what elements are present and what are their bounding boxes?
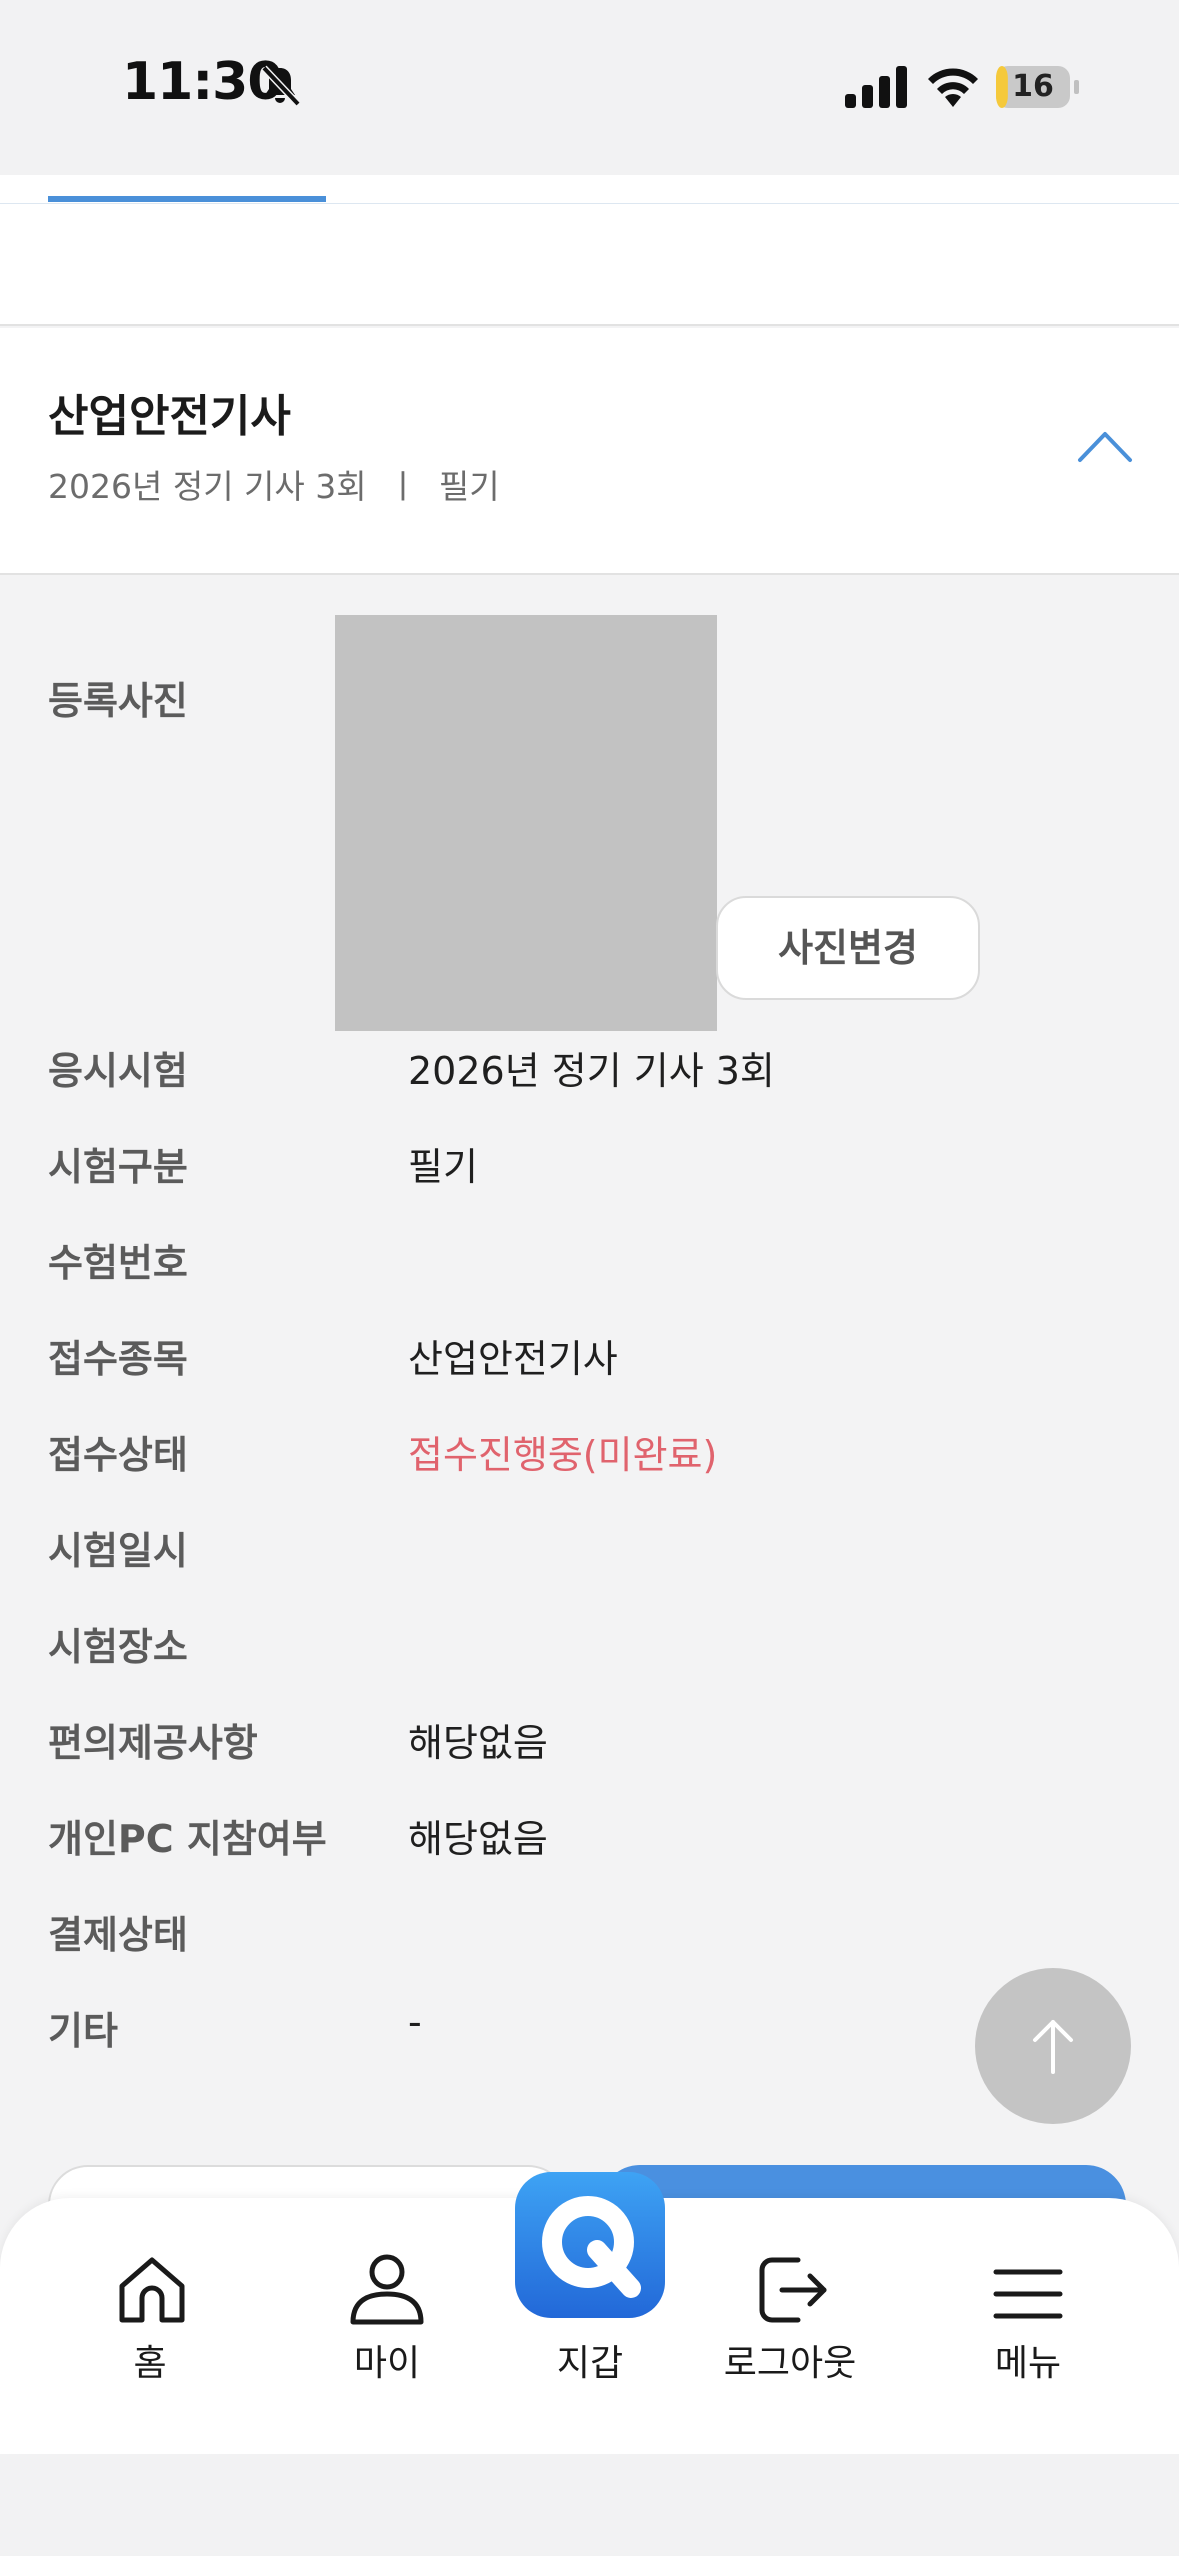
arrow-up-icon [1033, 2020, 1073, 2074]
menu-icon [993, 2269, 1063, 2319]
battery-indicator: 16 [996, 66, 1080, 108]
active-tab-indicator[interactable] [48, 196, 326, 202]
row-value-exam: 2026년 정기 기사 3회 [408, 1049, 775, 1093]
scroll-to-top-button[interactable] [975, 1968, 1131, 2124]
row-label-payment: 결제상태 [48, 1913, 188, 1957]
row-value-accommodation: 해당없음 [408, 1721, 548, 1765]
logout-icon [759, 2257, 827, 2323]
nav-item-menu[interactable]: 메뉴 [928, 2240, 1128, 2400]
exam-title: 산업안전기사 [48, 391, 291, 442]
nav-item-wallet[interactable] [515, 2172, 665, 2318]
nav-item-logout[interactable]: 로그아웃 [690, 2240, 890, 2400]
row-value-exam-type: 필기 [408, 1145, 478, 1189]
row-value-personal-pc: 해당없음 [408, 1817, 548, 1861]
row-value-subject: 산업안전기사 [408, 1337, 618, 1381]
change-photo-button[interactable]: 사진변경 [716, 896, 980, 1000]
row-label-exam: 응시시험 [48, 1049, 188, 1093]
chevron-up-icon[interactable] [1076, 426, 1134, 466]
nav-item-my[interactable]: 마이 [287, 2240, 487, 2400]
spacer-panel [0, 204, 1179, 326]
row-label-personal-pc: 개인PC 지참여부 [48, 1817, 327, 1861]
row-label-exam-number: 수험번호 [48, 1241, 188, 1285]
row-label-accommodation: 편의제공사항 [48, 1721, 258, 1765]
nav-label-my: 마이 [353, 2343, 421, 2384]
row-label-status: 접수상태 [48, 1433, 188, 1477]
home-icon [119, 2257, 185, 2323]
row-label-exam-type: 시험구분 [48, 1145, 188, 1189]
row-label-etc: 기타 [48, 2009, 118, 2053]
row-label-subject: 접수종목 [48, 1337, 188, 1381]
nav-label-home: 홈 [133, 2343, 167, 2384]
row-label-datetime: 시험일시 [48, 1529, 188, 1573]
wallet-q-icon [542, 2196, 641, 2298]
row-value-status: 접수진행중(미완료) [408, 1433, 718, 1477]
bell-slash-icon [261, 65, 301, 107]
nav-label-logout: 로그아웃 [723, 2343, 857, 2384]
row-label-venue: 시험장소 [48, 1625, 188, 1669]
photo-label: 등록사진 [48, 679, 188, 723]
exam-card-header[interactable] [0, 328, 1179, 575]
nav-label-wallet: 지갑 [556, 2343, 624, 2384]
nav-item-home[interactable]: 홈 [50, 2240, 250, 2400]
home-indicator-area [0, 2454, 1179, 2556]
person-icon [350, 2254, 424, 2325]
battery-level-text: 16 [1012, 69, 1054, 104]
exam-subtitle: 2026년 정기 기사 3회 ㅣ 필기 [48, 467, 500, 506]
row-value-etc: - [408, 2000, 422, 2044]
cellular-signal-icon [845, 66, 907, 108]
nav-label-menu: 메뉴 [994, 2343, 1062, 2384]
registered-photo [335, 615, 717, 1031]
wifi-icon [928, 68, 978, 107]
